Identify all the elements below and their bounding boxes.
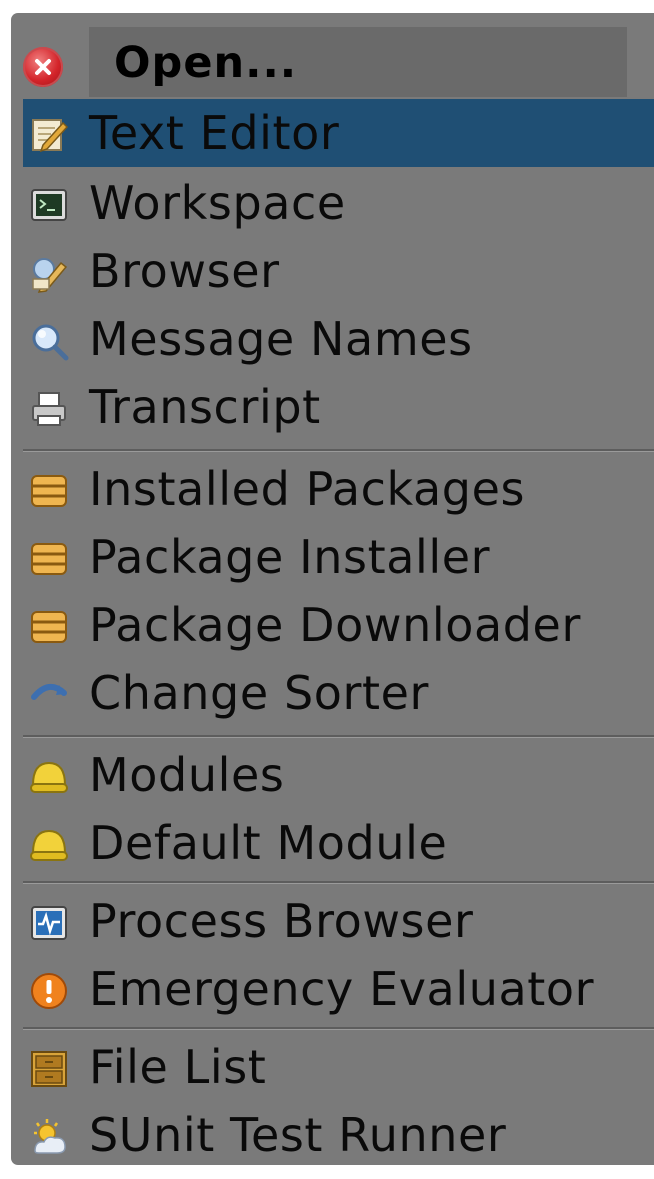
menu-item-label: Process Browser xyxy=(89,894,474,948)
package-icon xyxy=(29,607,69,647)
menu-item-label: File List xyxy=(89,1040,267,1094)
menu-item-change-sorter[interactable]: Change Sorter xyxy=(23,659,654,727)
menu-item-text-editor[interactable]: Text Editor xyxy=(23,99,654,167)
menu-item-sunit-test-runner[interactable]: SUnit Test Runner xyxy=(23,1101,654,1165)
text-editor-icon xyxy=(29,115,69,155)
menu-item-modules[interactable]: Modules xyxy=(23,741,654,809)
browser-icon xyxy=(29,253,69,293)
menu-item-package-installer[interactable]: Package Installer xyxy=(23,523,654,591)
package-icon xyxy=(29,471,69,511)
package-icon xyxy=(29,539,69,579)
menu-item-transcript[interactable]: Transcript xyxy=(23,373,654,441)
menu-item-label: SUnit Test Runner xyxy=(89,1108,507,1162)
menu-item-file-list[interactable]: File List xyxy=(23,1033,654,1101)
menu-item-label: Message Names xyxy=(89,312,473,366)
menu-separator xyxy=(23,881,654,884)
menu-title-box: Open... xyxy=(89,27,627,97)
process-icon xyxy=(29,903,69,943)
menu-item-label: Text Editor xyxy=(89,106,340,160)
change-sorter-icon xyxy=(29,675,69,715)
open-menu: Open... Text Editor Workspace Browser Me… xyxy=(11,13,654,1165)
workspace-icon xyxy=(29,185,69,225)
menu-separator xyxy=(23,735,654,738)
menu-item-label: Browser xyxy=(89,244,280,298)
sunit-icon xyxy=(29,1117,69,1157)
menu-separator xyxy=(23,449,654,452)
menu-item-label: Transcript xyxy=(89,380,321,434)
menu-item-workspace[interactable]: Workspace xyxy=(23,169,654,237)
menu-title: Open... xyxy=(114,38,298,88)
menu-item-default-module[interactable]: Default Module xyxy=(23,809,654,877)
menu-item-label: Package Installer xyxy=(89,530,491,584)
menu-separator xyxy=(23,1027,654,1030)
printer-icon xyxy=(29,389,69,429)
menu-item-package-downloader[interactable]: Package Downloader xyxy=(23,591,654,659)
magnifier-icon xyxy=(29,321,69,361)
menu-item-label: Package Downloader xyxy=(89,598,581,652)
menu-item-label: Modules xyxy=(89,748,285,802)
menu-item-label: Change Sorter xyxy=(89,666,430,720)
menu-item-browser[interactable]: Browser xyxy=(23,237,654,305)
menu-item-label: Default Module xyxy=(89,816,448,870)
close-icon[interactable] xyxy=(23,47,63,87)
menu-item-message-names[interactable]: Message Names xyxy=(23,305,654,373)
module-icon xyxy=(29,825,69,865)
menu-item-emergency-evaluator[interactable]: Emergency Evaluator xyxy=(23,955,654,1023)
menu-item-label: Installed Packages xyxy=(89,462,526,516)
menu-item-label: Emergency Evaluator xyxy=(89,962,595,1016)
warning-icon xyxy=(29,971,69,1011)
menu-item-installed-packages[interactable]: Installed Packages xyxy=(23,455,654,523)
menu-item-label: Workspace xyxy=(89,176,346,230)
menu-item-process-browser[interactable]: Process Browser xyxy=(23,887,654,955)
menu-title-bar: Open... xyxy=(11,13,654,99)
module-icon xyxy=(29,757,69,797)
file-list-icon xyxy=(29,1049,69,1089)
